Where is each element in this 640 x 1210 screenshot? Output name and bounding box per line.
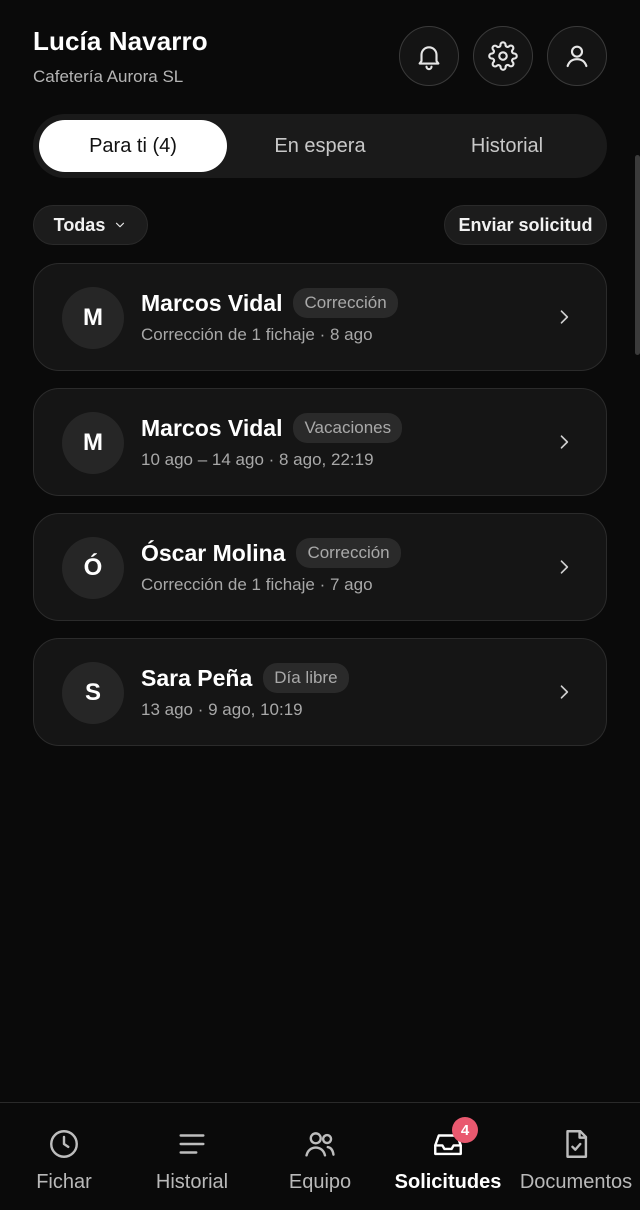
request-detail: 10 ago – 14 ago · 8 ago, 22:19 (141, 450, 374, 469)
requester-name: Marcos Vidal (141, 414, 283, 441)
team-icon (305, 1132, 335, 1157)
requester-name: Óscar Molina (141, 539, 286, 566)
request-detail: Corrección de 1 fichaje · 8 ago (141, 325, 373, 344)
request-detail: 13 ago · 9 ago, 10:19 (141, 700, 303, 719)
clock-icon (50, 1130, 78, 1158)
nav-label: Equipo (288, 1171, 352, 1193)
app-screen: Lucía Navarro Cafetería Aurora SL Para t… (0, 0, 640, 1210)
nav-item-fichar[interactable]: Fichar (0, 1103, 128, 1210)
header: Lucía Navarro Cafetería Aurora SL (33, 26, 607, 90)
send-request-button[interactable]: Enviar solicitud (444, 205, 607, 245)
request-tabs: Para ti (4) En espera Historial (33, 114, 607, 178)
scrollbar[interactable] (635, 155, 640, 355)
avatar: M (62, 287, 124, 349)
request-type-badge: Corrección (296, 538, 401, 568)
request-list: M Marcos Vidal Corrección Corrección de … (33, 263, 607, 763)
avatar: Ó (62, 537, 124, 599)
tab-en-espera[interactable]: En espera (227, 120, 413, 172)
chevron-down-icon (116, 222, 125, 228)
chevron-right-icon (554, 307, 574, 327)
request-card[interactable]: S Sara Peña Día libre 13 ago · 9 ago, 10… (33, 638, 607, 746)
bottom-nav: Fichar Historial Equipo 4 Solicitudes Do… (0, 1102, 640, 1210)
request-type-badge: Día libre (263, 663, 349, 693)
avatar: S (62, 662, 124, 724)
chevron-right-icon (554, 682, 574, 702)
bell-icon (418, 46, 440, 71)
avatar: M (62, 412, 124, 474)
chevron-right-icon (554, 557, 574, 577)
nav-label: Documentos (519, 1171, 633, 1193)
document-check-icon (566, 1130, 588, 1158)
header-actions (399, 26, 607, 86)
nav-item-historial[interactable]: Historial (128, 1103, 256, 1210)
tab-para-ti[interactable]: Para ti (4) (39, 120, 227, 172)
requester-name: Marcos Vidal (141, 289, 283, 316)
user-icon (566, 45, 588, 68)
nav-item-equipo[interactable]: Equipo (256, 1103, 384, 1210)
nav-label: Historial (155, 1171, 229, 1193)
request-card[interactable]: M Marcos Vidal Corrección Corrección de … (33, 263, 607, 371)
tab-historial[interactable]: Historial (413, 120, 601, 172)
filter-dropdown[interactable]: Todas (33, 205, 148, 245)
notification-count-badge: 4 (452, 1117, 478, 1143)
request-type-badge: Vacaciones (293, 413, 403, 443)
request-title: Óscar Molina Corrección (141, 538, 401, 568)
request-type-badge: Corrección (293, 288, 398, 318)
nav-item-documentos[interactable]: Documentos (512, 1103, 640, 1210)
request-title: Marcos Vidal Vacaciones (141, 413, 403, 443)
request-title: Sara Peña Día libre (141, 663, 349, 693)
nav-item-solicitudes[interactable]: 4 Solicitudes (384, 1103, 512, 1210)
request-card[interactable]: Ó Óscar Molina Corrección Corrección de … (33, 513, 607, 621)
requester-name: Sara Peña (141, 664, 253, 691)
settings-button[interactable] (473, 26, 533, 86)
nav-label: Fichar (36, 1171, 92, 1193)
lines-icon (179, 1134, 205, 1154)
request-card[interactable]: M Marcos Vidal Vacaciones 10 ago – 14 ag… (33, 388, 607, 496)
filter-label: Todas (53, 214, 106, 235)
request-title: Marcos Vidal Corrección (141, 288, 398, 318)
request-detail: Corrección de 1 fichaje · 7 ago (141, 575, 373, 594)
gear-icon (488, 41, 518, 71)
nav-label: Solicitudes (394, 1171, 502, 1193)
notifications-button[interactable] (399, 26, 459, 86)
profile-button[interactable] (547, 26, 607, 86)
chevron-right-icon (554, 432, 574, 452)
